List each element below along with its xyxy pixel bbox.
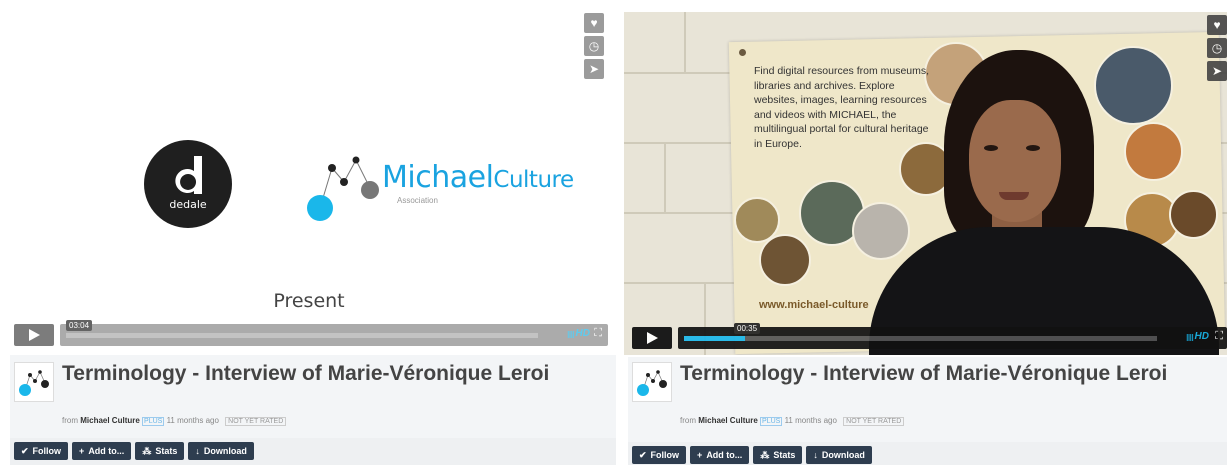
action-bar: ✔ Follow + Add to... ⁂ Stats ↓ Download [14,442,258,460]
avatar[interactable] [14,362,54,402]
time-label: 00:35 [734,323,761,334]
progress-bar[interactable]: 00:35 IIII HD ⛶ [678,323,1227,349]
download-button[interactable]: ↓ Download [188,442,254,460]
present-text: Present [273,290,345,312]
rating-badge: NOT YET RATED [843,417,905,426]
video-player[interactable]: dedale MichaelCulture Association Presen… [4,10,614,352]
plus-badge: PLUS [142,417,165,426]
heart-icon[interactable]: ♥ [584,13,604,33]
volume-icon[interactable]: IIII [1186,333,1194,344]
heart-icon[interactable]: ♥ [1207,15,1227,35]
dedale-logo: dedale [144,140,232,228]
play-button[interactable] [632,327,672,349]
fullscreen-icon[interactable]: ⛶ [594,327,602,340]
send-icon[interactable]: ➤ [1207,61,1227,81]
michael-culture-avatar-icon [19,370,49,396]
plus-icon: + [697,450,703,460]
send-icon[interactable]: ➤ [584,59,604,79]
download-button[interactable]: ↓ Download [806,446,872,464]
michael-culture-wordmark: MichaelCulture [382,160,574,195]
plus-badge: PLUS [760,417,783,426]
action-bar: ✔ Follow + Add to... ⁂ Stats ↓ Download [632,446,876,464]
video-title[interactable]: Terminology - Interview of Marie-Véroniq… [680,362,1200,386]
byline: from Michael Culture PLUS 11 months ago … [680,416,905,426]
play-icon [647,332,658,344]
player-side-actions: ♥ ◷ ➤ [584,13,604,82]
progress-track[interactable]: 03:04 [66,320,538,338]
video-title[interactable]: Terminology - Interview of Marie-Véroniq… [62,362,582,386]
stats-button[interactable]: ⁂ Stats [753,446,803,464]
stats-icon: ⁂ [142,446,152,456]
fullscreen-icon[interactable]: ⛶ [1215,330,1223,343]
video-card-left: dedale MichaelCulture Association Presen… [0,0,620,465]
author-link[interactable]: Michael Culture [698,416,758,425]
play-button[interactable] [14,324,54,346]
add-to-button[interactable]: + Add to... [690,446,750,464]
add-to-button[interactable]: + Add to... [72,442,132,460]
follow-button[interactable]: ✔ Follow [14,442,69,460]
upload-age: 11 months ago [166,416,219,425]
download-icon: ↓ [813,450,818,460]
check-icon: ✔ [21,446,29,456]
intro-slide: dedale MichaelCulture Association Presen… [4,10,614,352]
play-icon [29,329,40,341]
download-icon: ↓ [195,446,200,456]
progress-track[interactable]: 00:35 [684,323,1157,341]
player-controls: 03:04 IIII HD ⛶ [14,320,608,346]
byline: from Michael Culture PLUS 11 months ago … [62,416,287,426]
plus-icon: + [79,446,85,456]
hd-toggle[interactable]: HD [576,328,590,339]
rating-badge: NOT YET RATED [225,417,287,426]
author-link[interactable]: Michael Culture [80,416,140,425]
player-side-actions: ♥ ◷ ➤ [1207,15,1227,84]
volume-icon[interactable]: IIII [567,330,575,341]
progress-fill [684,336,746,341]
michael-culture-logo-icon [307,156,379,221]
time-label: 03:04 [66,320,93,331]
stats-icon: ⁂ [760,450,770,460]
upload-age: 11 months ago [784,416,837,425]
progress-bar[interactable]: 03:04 IIII HD ⛶ [60,320,608,346]
stats-button[interactable]: ⁂ Stats [135,442,185,460]
poster-text: Find digital resources from museums, lib… [754,65,930,150]
hd-toggle[interactable]: HD [1195,331,1209,342]
interview-scene: Find digital resources from museums, lib… [624,12,1227,355]
avatar[interactable] [632,362,672,402]
player-controls: 00:35 IIII HD ⛶ [632,323,1227,349]
clock-icon[interactable]: ◷ [1207,38,1227,58]
video-card-right: Find digital resources from museums, lib… [622,0,1227,465]
video-player[interactable]: Find digital resources from museums, lib… [624,12,1227,355]
michael-culture-avatar-icon [637,370,667,396]
clock-icon[interactable]: ◷ [584,36,604,56]
follow-button[interactable]: ✔ Follow [632,446,687,464]
check-icon: ✔ [639,450,647,460]
association-label: Association [397,196,438,205]
poster-url: www.michael-culture [759,299,869,311]
